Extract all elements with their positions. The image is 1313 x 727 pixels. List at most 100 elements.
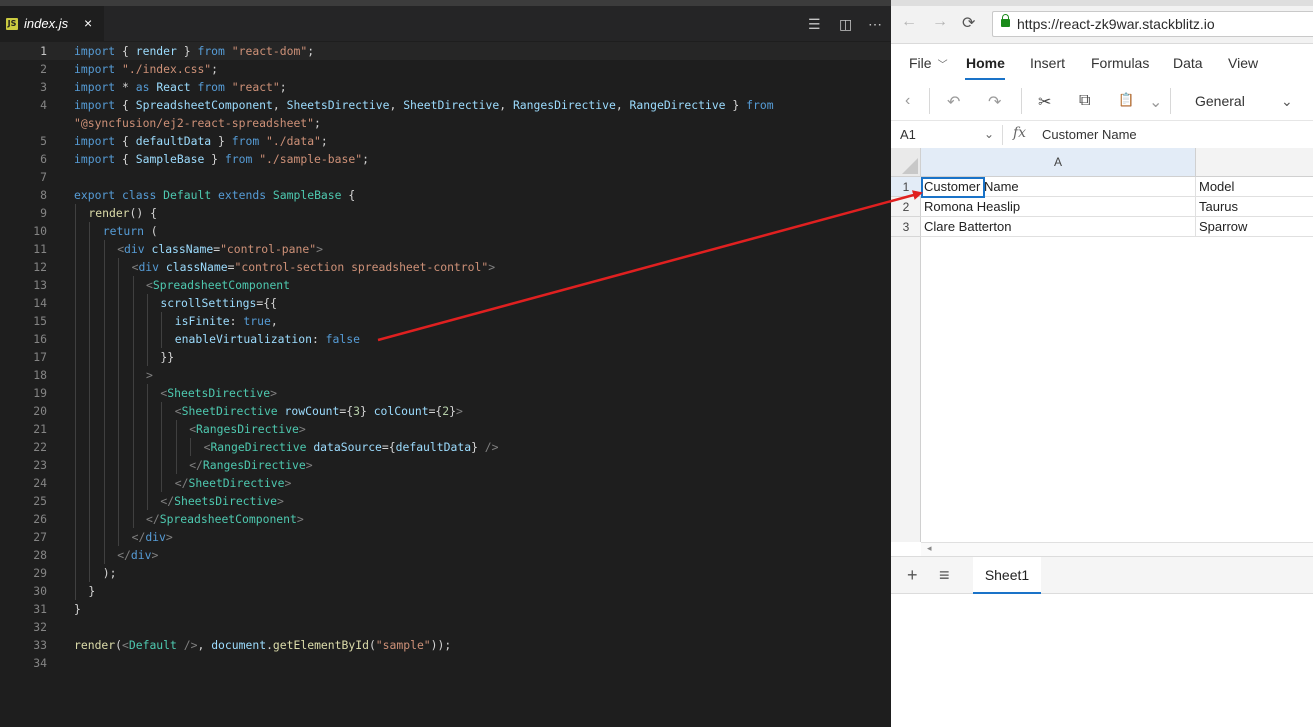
code-token: ={ [428,404,443,418]
chevron-down-icon[interactable]: ⌄ [984,127,994,141]
number-format-select[interactable]: General [1195,93,1245,109]
code-line[interactable]: 33 render(<Default />, document.getElemen… [0,636,891,654]
sheet-tab-sheet1[interactable]: Sheet1 [973,557,1041,594]
spreadsheet-grid[interactable]: A 1 2 3 Customer Name Model Romona Heasl… [891,148,1313,542]
cell-b2[interactable]: Taurus [1196,197,1313,217]
code-token: () { [129,206,157,220]
select-all-corner[interactable] [891,148,921,177]
row-header[interactable]: 1 [891,177,921,197]
code-line[interactable]: 34 [0,654,891,672]
code-line[interactable]: 23 </RangesDirective> [0,456,891,474]
code-line[interactable]: 11 <div className="control-pane"> [0,240,891,258]
code-line[interactable]: 28 </div> [0,546,891,564]
sheet-list-icon[interactable]: ≡ [939,565,950,586]
code-line[interactable]: 31} [0,600,891,618]
tab-insert[interactable]: Insert [1030,55,1065,71]
code-line[interactable]: 4 import { SpreadsheetComponent, SheetsDi… [0,96,891,114]
code-line[interactable]: 24 </SheetDirective> [0,474,891,492]
code-area[interactable]: 1 import { render } from "react-dom"; 2 imp… [0,42,891,672]
cut-icon[interactable]: ✂ [1038,92,1051,112]
row-header[interactable]: 2 [891,197,921,217]
more-actions-icon[interactable]: ⋯ [868,16,882,33]
formula-input[interactable]: Customer Name [1042,127,1137,142]
name-box[interactable]: A1 [900,127,916,142]
code-line[interactable]: 15 isFinite: true, [0,312,891,330]
row-header[interactable]: 3 [891,217,921,237]
code-token: return [102,224,144,238]
code-line[interactable]: 27 </div> [0,528,891,546]
close-tab-icon[interactable]: × [84,15,92,31]
code-line[interactable]: 26 </SpreadsheetComponent> [0,510,891,528]
indent-guide [103,366,105,384]
indent-guide [103,456,105,474]
code-line[interactable]: 13 <SpreadsheetComponent [0,276,891,294]
code-line[interactable]: 16 enableVirtualization: false [0,330,891,348]
cell-a3[interactable]: Clare Batterton [921,217,1196,237]
code-line[interactable]: 7 [0,168,891,186]
outline-icon[interactable]: ☰ [808,16,821,33]
tab-file[interactable]: File ﹀ [909,55,948,71]
code-line[interactable]: 21 <RangesDirective> [0,420,891,438]
undo-icon[interactable]: ↶ [947,92,960,112]
code-line[interactable]: 12 <div className="control-section spread… [0,258,891,276]
code-line[interactable]: 20 <SheetDirective rowCount={3} colCount=… [0,402,891,420]
indent-guide [132,420,134,438]
code-line[interactable]: 8 export class Default extends SampleBase… [0,186,891,204]
code-token: 3 [353,404,360,418]
code-line[interactable]: 2 import "./index.css"; [0,60,891,78]
copy-icon[interactable]: ⧉ [1079,92,1090,110]
column-header-b[interactable] [1196,148,1313,177]
code-line[interactable]: 22 <RangeDirective dataSource={defaultDat… [0,438,891,456]
code-line[interactable]: 9 render() { [0,204,891,222]
redo-icon[interactable]: ↷ [988,92,1001,112]
indent-guide [75,492,76,510]
add-sheet-icon[interactable]: + [907,565,918,586]
paste-options-chevron-icon[interactable]: ⌄ [1149,92,1162,112]
code-line[interactable]: 1 import { render } from "react-dom"; [0,42,891,60]
code-line[interactable]: 17}} [0,348,891,366]
split-editor-icon[interactable]: ◫ [839,16,852,33]
code-token: RangesDirective [512,98,616,112]
scroll-left-icon[interactable]: ‹ [905,92,910,110]
code-line[interactable]: 6 import { SampleBase } from "./sample-ba… [0,150,891,168]
chevron-down-icon[interactable]: ⌄ [1281,93,1293,110]
code-text: return ( [103,222,158,240]
back-icon[interactable]: ← [901,13,917,31]
line-number: 29 [33,566,47,580]
code-line[interactable]: 30} [0,582,891,600]
code-line[interactable]: 3 import * as React from "react"; [0,78,891,96]
code-line[interactable]: 10 return ( [0,222,891,240]
column-header-a[interactable]: A [921,148,1196,177]
code-token: render [135,44,177,58]
indent-guide [75,240,76,258]
indent-guide [103,420,105,438]
code-line[interactable]: 14 scrollSettings={{ [0,294,891,312]
code-line[interactable]: 5 import { defaultData } from "./data"; [0,132,891,150]
address-bar[interactable]: https://react-zk9war.stackblitz.io [992,11,1313,37]
indent-guide [75,474,76,492]
cell-a2[interactable]: Romona Heaslip [921,197,1196,217]
code-line[interactable]: "@syncfusion/ej2-react-spreadsheet"; [0,114,891,132]
forward-icon[interactable]: → [932,13,948,31]
code-line[interactable]: 18 > [0,366,891,384]
scroll-left-arrow-icon[interactable]: ◂ [927,543,932,554]
cell-b3[interactable]: Sparrow [1196,217,1313,237]
tab-view[interactable]: View [1228,55,1258,71]
reload-icon[interactable]: ⟳ [962,13,975,33]
code-line[interactable]: 29); [0,564,891,582]
tab-formulas[interactable]: Formulas [1091,55,1149,71]
tab-home[interactable]: Home [966,55,1005,71]
paste-icon[interactable]: 📋 [1118,92,1134,108]
tab-data[interactable]: Data [1173,55,1203,71]
insert-function-icon[interactable]: fx [1013,125,1026,141]
indent-guide [89,402,91,420]
code-line[interactable]: 19 <SheetsDirective> [0,384,891,402]
horizontal-scrollbar[interactable]: ◂ [921,542,1313,556]
indent-guide [75,294,76,312]
indent-guide [89,564,91,582]
code-line[interactable]: 32 [0,618,891,636]
indent-guide [161,438,163,456]
code-line[interactable]: 25 </SheetsDirective> [0,492,891,510]
tab-index-js[interactable]: JS index.js × [0,6,104,41]
cell-b1[interactable]: Model [1196,177,1313,197]
